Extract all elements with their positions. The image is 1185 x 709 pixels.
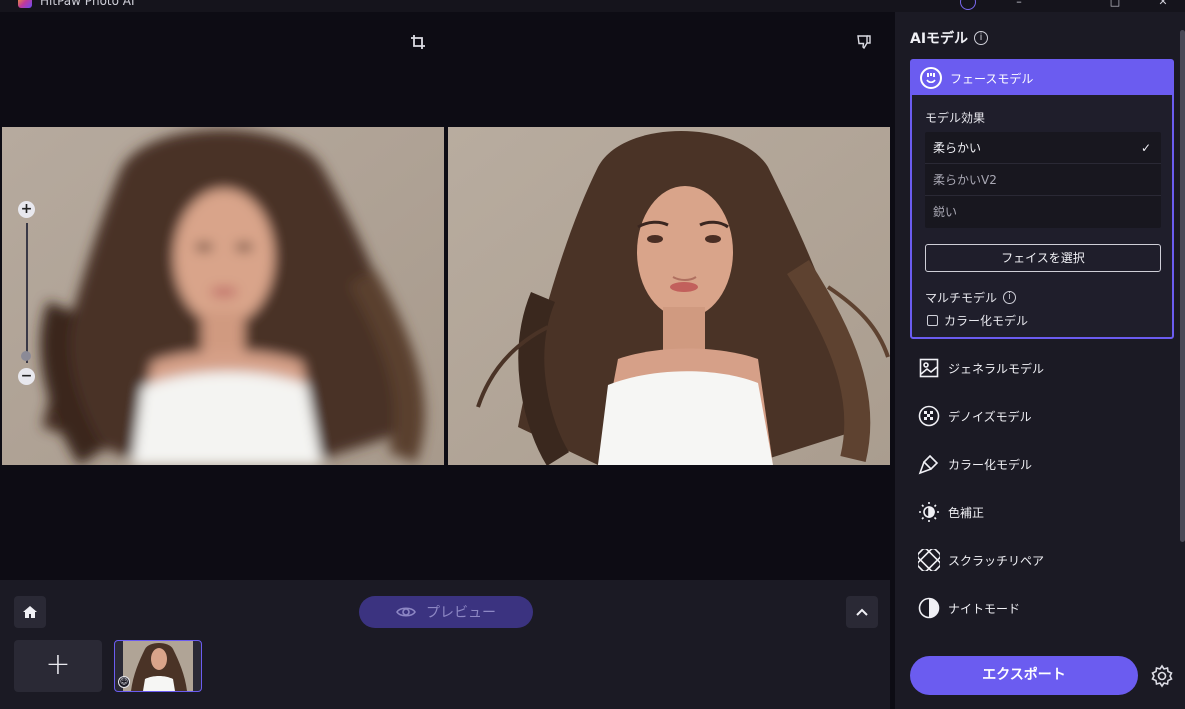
select-face-button[interactable]: フェイスを選択 xyxy=(925,244,1161,272)
multi-model-text: マルチモデル xyxy=(925,291,998,305)
checkmark-icon: ✓ xyxy=(1140,141,1151,155)
panel-title-text: AIモデル xyxy=(910,31,969,47)
colorize-model-item[interactable]: カラー化モデル xyxy=(910,444,1174,484)
model-label: スクラッチリペア xyxy=(948,553,1045,568)
bottom-bar: プレビュー + ☺ xyxy=(0,580,890,709)
eye-icon xyxy=(396,607,416,617)
scratch-repair-item[interactable]: スクラッチリペア xyxy=(910,540,1174,580)
zoom-out-button[interactable]: − xyxy=(18,368,35,385)
after-image xyxy=(448,127,890,465)
app-window: HitPaw Photo AI – □ ✕ + − プレビュー + ☺ AIモデ… xyxy=(0,0,1185,709)
minimize-button[interactable]: – xyxy=(1012,0,1026,8)
home-button[interactable] xyxy=(14,596,46,628)
face-model-card: フェースモデル モデル効果 柔らかい ✓ 柔らかいV2 鋭い フェイスを選択 マ… xyxy=(910,59,1174,339)
close-button[interactable]: ✕ xyxy=(1156,0,1170,8)
checkbox-box[interactable] xyxy=(927,315,938,326)
denoise-icon xyxy=(918,405,940,427)
export-button[interactable]: エクスポート xyxy=(910,656,1138,695)
colorize-checkbox[interactable]: カラー化モデル xyxy=(927,312,1028,329)
zoom-track[interactable] xyxy=(25,223,28,363)
panel-title: AIモデル i xyxy=(910,28,989,48)
app-title: HitPaw Photo AI xyxy=(40,0,135,8)
model-label: ナイトモード xyxy=(948,601,1021,616)
panel-scrollbar[interactable] xyxy=(1180,30,1185,542)
image-canvas: + − xyxy=(0,12,890,580)
chevron-up-icon xyxy=(856,608,868,616)
model-effect-options: 柔らかい ✓ 柔らかいV2 鋭い xyxy=(925,132,1161,228)
preview-button[interactable]: プレビュー xyxy=(359,596,533,628)
title-bar: HitPaw Photo AI – □ ✕ xyxy=(0,0,1185,12)
bandage-icon xyxy=(918,549,940,571)
model-label: デノイズモデル xyxy=(948,409,1032,424)
account-button[interactable] xyxy=(960,0,976,10)
model-label: カラー化モデル xyxy=(948,457,1033,472)
option-soft[interactable]: 柔らかい ✓ xyxy=(925,132,1161,164)
preview-label: プレビュー xyxy=(426,605,496,621)
multi-model-info-icon[interactable]: i xyxy=(1003,291,1017,304)
face-badge-icon: ☺ xyxy=(118,676,130,688)
model-effect-label: モデル効果 xyxy=(925,111,986,125)
face-model-label: フェースモデル xyxy=(950,71,1034,86)
sun-icon xyxy=(918,501,940,523)
image-icon xyxy=(918,357,940,379)
face-model-header[interactable]: フェースモデル xyxy=(912,61,1172,95)
model-label: ジェネラルモデル xyxy=(948,361,1045,376)
gear-icon[interactable] xyxy=(1150,664,1174,688)
general-model-item[interactable]: ジェネラルモデル xyxy=(910,348,1174,388)
brush-icon xyxy=(918,453,940,475)
denoise-model-item[interactable]: デノイズモデル xyxy=(910,396,1174,436)
thumbs-down-icon[interactable] xyxy=(856,34,872,50)
option-soft-v2[interactable]: 柔らかいV2 xyxy=(925,164,1161,196)
option-label: 鋭い xyxy=(933,205,958,219)
crop-icon[interactable] xyxy=(410,34,426,50)
zoom-slider[interactable]: + − xyxy=(18,201,36,385)
zoom-handle[interactable] xyxy=(21,351,31,361)
collapse-button[interactable] xyxy=(846,596,878,628)
option-sharp[interactable]: 鋭い xyxy=(925,196,1161,228)
multi-model-label: マルチモデル i xyxy=(925,289,1017,306)
option-label: 柔らかい xyxy=(933,141,982,155)
ai-model-panel: AIモデル i フェースモデル モデル効果 柔らかい ✓ 柔らかいV2 鋭い フ… xyxy=(895,12,1185,709)
color-correction-item[interactable]: 色補正 xyxy=(910,492,1174,532)
maximize-button[interactable]: □ xyxy=(1108,0,1122,8)
app-logo xyxy=(18,0,32,8)
night-mode-item[interactable]: ナイトモード xyxy=(910,588,1174,628)
option-label: 柔らかいV2 xyxy=(933,173,997,187)
before-image xyxy=(2,127,444,465)
info-icon[interactable]: i xyxy=(974,31,989,45)
face-icon xyxy=(920,67,942,89)
model-label: 色補正 xyxy=(948,505,985,520)
add-image-button[interactable]: + xyxy=(14,640,102,692)
half-moon-icon xyxy=(918,597,940,619)
thumbnail-image xyxy=(123,641,193,691)
image-thumbnail[interactable]: ☺ xyxy=(114,640,202,692)
zoom-in-button[interactable]: + xyxy=(18,201,35,218)
home-icon xyxy=(23,606,37,618)
colorize-checkbox-label: カラー化モデル xyxy=(944,314,1029,328)
